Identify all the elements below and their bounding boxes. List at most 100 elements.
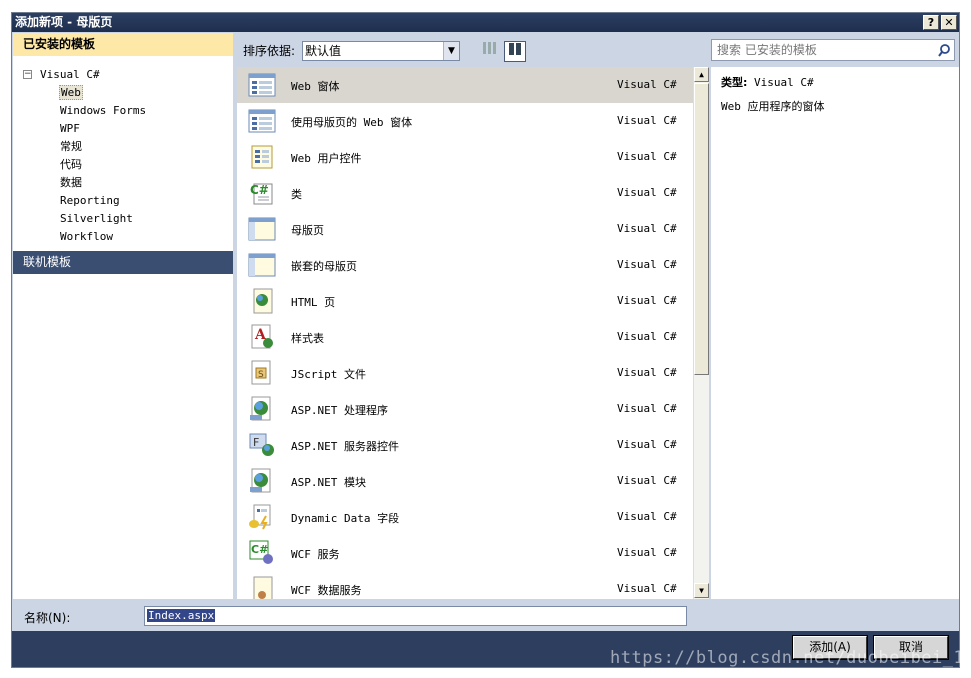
template-language: Visual C#: [617, 186, 677, 199]
template-row[interactable]: ASP.NET 处理程序 Visual C#: [237, 391, 693, 427]
tree-item-label: Windows Forms: [60, 104, 147, 117]
wcf-service-icon: C#: [248, 540, 276, 566]
template-row[interactable]: S JScript 文件 Visual C#: [237, 355, 693, 391]
template-name: Web 窗体: [291, 80, 340, 93]
nested-master-page-icon: [248, 252, 276, 278]
list-view-icon: [509, 43, 521, 55]
watermark: https://blog.csdn.net/duobeibei_123: [610, 648, 971, 668]
tree-item[interactable]: Silverlight: [13, 210, 233, 228]
tree-item-label: Workflow: [60, 230, 113, 243]
server-control-icon: F: [248, 432, 276, 458]
tree-item-label: 常规: [60, 140, 82, 153]
template-details-panel: 类型: Visual C# Web 应用程序的窗体: [711, 67, 959, 599]
template-language: Visual C#: [617, 78, 677, 91]
search-icon[interactable]: [938, 40, 950, 63]
tree-item-label: Web: [59, 85, 83, 100]
type-label: 类型:: [721, 76, 748, 89]
template-name: Dynamic Data 字段: [291, 512, 400, 525]
tree-item[interactable]: Windows Forms: [13, 102, 233, 120]
template-row[interactable]: C# WCF 服务 Visual C#: [237, 535, 693, 571]
template-language: Visual C#: [617, 402, 677, 415]
online-templates-header[interactable]: 联机模板: [13, 251, 233, 274]
jscript-icon: S: [248, 360, 276, 386]
template-name: 类: [291, 188, 302, 201]
medium-icons-view-button[interactable]: [478, 41, 500, 62]
web-form-master-icon: [248, 108, 276, 134]
template-name: ASP.NET 模块: [291, 476, 366, 489]
sort-select[interactable]: 默认值 ▼: [302, 41, 460, 61]
template-language: Visual C#: [617, 582, 677, 595]
template-row[interactable]: F ASP.NET 服务器控件 Visual C#: [237, 427, 693, 463]
template-list: Web 窗体 Visual C# 使用母版页的 Web 窗体 Visual C# Web…: [237, 67, 693, 599]
tree-item[interactable]: 代码: [13, 156, 233, 174]
tree-root-label: Visual C#: [40, 68, 100, 81]
master-page-icon: [248, 216, 276, 242]
template-row[interactable]: 母版页 Visual C#: [237, 211, 693, 247]
tree-root-visual-csharp[interactable]: − Visual C#: [13, 66, 233, 84]
sort-label: 排序依据:: [243, 44, 296, 58]
tree-item-label: 代码: [60, 158, 82, 171]
template-row[interactable]: Web 用户控件 Visual C#: [237, 139, 693, 175]
add-new-item-dialog: 添加新项 - 母版页 ? ✕ 已安装的模板 − Visual C# Web Win…: [11, 12, 960, 668]
template-list-scrollbar[interactable]: ▲ ▼: [693, 67, 709, 599]
template-language: Visual C#: [617, 222, 677, 235]
handler-icon: [248, 396, 276, 422]
title-bar: 添加新项 - 母版页 ? ✕: [12, 13, 959, 32]
template-row[interactable]: WCF 数据服务 Visual C#: [237, 571, 693, 599]
template-language: Visual C#: [617, 366, 677, 379]
class-icon: C#: [248, 180, 276, 206]
template-language: Visual C#: [617, 258, 677, 271]
template-name: JScript 文件: [291, 368, 366, 381]
tree-item[interactable]: Reporting: [13, 192, 233, 210]
tree-item[interactable]: 常规: [13, 138, 233, 156]
toolbar: 排序依据: 默认值 ▼: [235, 33, 710, 65]
tree-item-label: Reporting: [60, 194, 120, 207]
template-name: 嵌套的母版页: [291, 260, 357, 273]
template-name: ASP.NET 服务器控件: [291, 440, 399, 453]
template-row[interactable]: C# 类 Visual C#: [237, 175, 693, 211]
wcf-data-service-icon: [248, 576, 276, 599]
template-language: Visual C#: [617, 114, 677, 127]
scroll-up-icon[interactable]: ▲: [694, 67, 709, 82]
svg-text:C#: C#: [250, 183, 269, 197]
close-button[interactable]: ✕: [941, 15, 957, 30]
template-row[interactable]: 使用母版页的 Web 窗体 Visual C#: [237, 103, 693, 139]
template-language: Visual C#: [617, 510, 677, 523]
svg-text:S: S: [258, 370, 264, 380]
template-row[interactable]: 嵌套的母版页 Visual C#: [237, 247, 693, 283]
template-name: 母版页: [291, 224, 324, 237]
window-title: 添加新项 - 母版页: [15, 15, 113, 29]
template-row[interactable]: A 样式表 Visual C#: [237, 319, 693, 355]
template-language: Visual C#: [617, 330, 677, 343]
template-description: Web 应用程序的窗体: [721, 100, 825, 113]
name-field[interactable]: Index.aspx: [144, 606, 687, 626]
chevron-down-icon[interactable]: ▼: [443, 42, 459, 60]
tree-item[interactable]: WPF: [13, 120, 233, 138]
stylesheet-icon: A: [248, 324, 276, 350]
template-row[interactable]: Web 窗体 Visual C#: [237, 67, 693, 103]
search-input[interactable]: 搜索 已安装的模板: [711, 39, 955, 61]
template-row[interactable]: Dynamic Data 字段 Visual C#: [237, 499, 693, 535]
template-language: Visual C#: [617, 474, 677, 487]
tree-item[interactable]: 数据: [13, 174, 233, 192]
svg-text:F: F: [253, 436, 259, 449]
user-control-icon: [248, 144, 276, 170]
svg-text:C#: C#: [251, 543, 268, 556]
template-language: Visual C#: [617, 294, 677, 307]
template-tree: − Visual C# Web Windows Forms WPF 常规代码数据 Rep…: [13, 56, 233, 246]
template-row[interactable]: ASP.NET 模块 Visual C#: [237, 463, 693, 499]
template-name: 使用母版页的 Web 窗体: [291, 116, 413, 129]
scroll-down-icon[interactable]: ▼: [694, 583, 709, 598]
template-row[interactable]: HTML 页 Visual C#: [237, 283, 693, 319]
tree-item[interactable]: Workflow: [13, 228, 233, 246]
collapse-icon[interactable]: −: [23, 70, 32, 79]
installed-templates-header[interactable]: 已安装的模板: [13, 33, 233, 56]
scroll-thumb[interactable]: [694, 83, 709, 375]
help-button[interactable]: ?: [923, 15, 939, 30]
tree-item-label: WPF: [60, 122, 80, 135]
tree-item[interactable]: Web: [13, 84, 233, 102]
list-view-button[interactable]: [504, 41, 526, 62]
template-name: WCF 数据服务: [291, 584, 362, 597]
template-language: Visual C#: [617, 150, 677, 163]
module-icon: [248, 468, 276, 494]
